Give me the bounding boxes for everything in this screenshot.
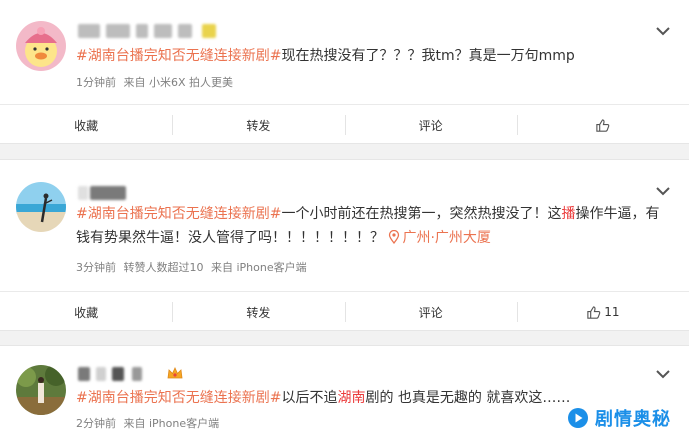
like-icon bbox=[587, 305, 601, 319]
comment-button[interactable]: 评论 bbox=[344, 105, 517, 145]
hashtag-link[interactable]: #湖南台播完知否无缝连接新剧# bbox=[76, 48, 281, 64]
weibo-post: #湖南台播完知否无缝连接新剧#现在热搜没有了？？？我tm？真是一万句mmp 1分… bbox=[0, 0, 689, 144]
chevron-down-icon[interactable] bbox=[655, 25, 671, 37]
avatar[interactable] bbox=[16, 182, 66, 232]
post-source: 来自 iPhone客户端 bbox=[211, 261, 307, 274]
post-text: #湖南台播完知否无缝连接新剧#一个小时前还在热搜第一，突然热搜没了！这播操作牛逼… bbox=[76, 206, 660, 246]
repost-button[interactable]: 转发 bbox=[172, 105, 344, 145]
chevron-down-icon[interactable] bbox=[655, 185, 671, 197]
post-action-bar: 收藏 转发 评论 bbox=[0, 104, 689, 145]
weibo-post: #湖南台播完知否无缝连接新剧#一个小时前还在热搜第一，突然热搜没了！这播操作牛逼… bbox=[0, 159, 689, 331]
watermark: 剧情奥秘 bbox=[567, 405, 671, 431]
like-count: 11 bbox=[604, 305, 620, 319]
play-logo-icon bbox=[568, 408, 588, 428]
post-source: 来自 iPhone客户端 bbox=[123, 417, 220, 430]
post-meta: 1分钟前 来自 小米6X 拍人更美 bbox=[76, 74, 237, 90]
like-button[interactable] bbox=[516, 105, 689, 145]
comment-button[interactable]: 评论 bbox=[344, 292, 517, 332]
repost-button[interactable]: 转发 bbox=[172, 292, 344, 332]
favorite-button[interactable]: 收藏 bbox=[0, 292, 172, 332]
post-source: 来自 小米6X 拍人更美 bbox=[123, 76, 234, 89]
post-meta: 3分钟前 转赞人数超过10 来自 iPhone客户端 bbox=[76, 259, 311, 275]
like-button[interactable]: 11 bbox=[516, 292, 689, 332]
hashtag-link[interactable]: #湖南台播完知否无缝连接新剧# bbox=[76, 206, 281, 222]
favorite-button[interactable]: 收藏 bbox=[0, 105, 172, 145]
chevron-down-icon[interactable] bbox=[655, 368, 671, 380]
like-icon bbox=[596, 118, 610, 132]
post-time[interactable]: 3分钟前 bbox=[76, 261, 116, 274]
post-time[interactable]: 1分钟前 bbox=[76, 76, 116, 89]
avatar[interactable] bbox=[16, 21, 66, 71]
hashtag-link[interactable]: #湖南台播完知否无缝连接新剧# bbox=[76, 390, 281, 406]
avatar[interactable] bbox=[16, 365, 66, 415]
post-meta: 2分钟前 来自 iPhone客户端 bbox=[76, 415, 223, 431]
post-text: #湖南台播完知否无缝连接新剧#现在热搜没有了？？？我tm？真是一万句mmp bbox=[76, 48, 575, 64]
location-pin-icon bbox=[389, 230, 400, 244]
location-link[interactable]: 广州·广州大厦 bbox=[388, 230, 491, 246]
post-time[interactable]: 2分钟前 bbox=[76, 417, 116, 430]
post-action-bar: 收藏 转发 评论 11 bbox=[0, 291, 689, 332]
crown-icon bbox=[167, 367, 183, 379]
repost-threshold: 转赞人数超过10 bbox=[123, 261, 204, 274]
